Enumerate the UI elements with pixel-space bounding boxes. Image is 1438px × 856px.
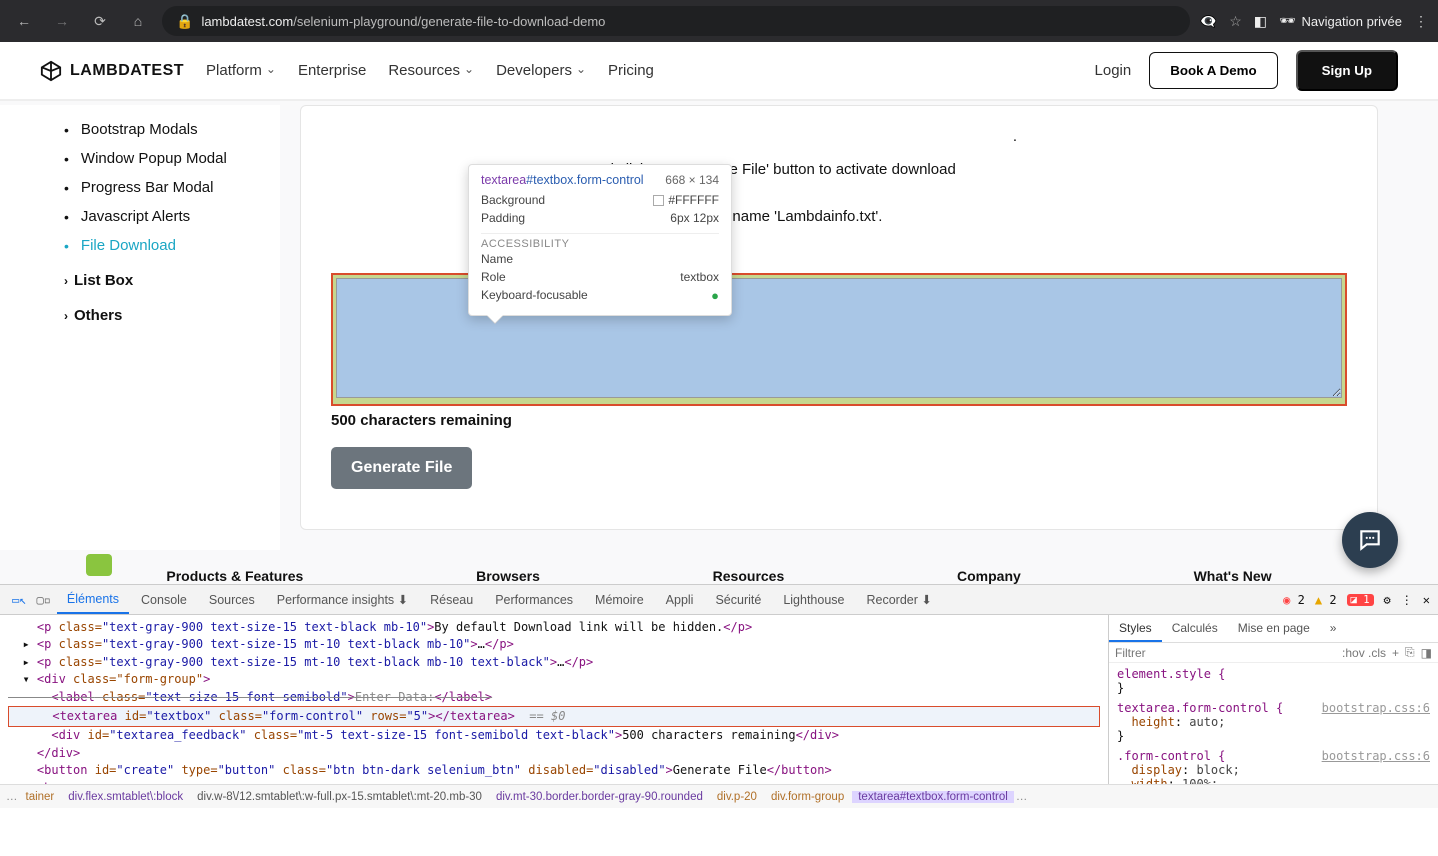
error-badge[interactable]: ◉ 2 [1283, 593, 1305, 607]
devtools-tabs: ▭↖ ▢▫ Éléments Console Sources Performan… [0, 585, 1438, 615]
site-header: LAMBDATEST Platform Enterprise Resources… [0, 42, 1438, 100]
dt-tab-elements[interactable]: Éléments [57, 586, 129, 614]
dt-tab-recorder[interactable]: Recorder ⬇ [856, 586, 941, 613]
chat-icon [1357, 527, 1383, 553]
sidebar-category-others[interactable]: ›Others [64, 295, 280, 330]
nav-platform[interactable]: Platform [206, 62, 276, 79]
logo[interactable]: LAMBDATEST [40, 60, 184, 82]
nav-enterprise[interactable]: Enterprise [298, 62, 366, 79]
inspector-tooltip: textarea#textbox.form-control 668 × 134 … [468, 164, 732, 316]
panel-icon[interactable]: ◨ [1421, 646, 1432, 660]
filter-tools[interactable]: :hov .cls [1342, 646, 1386, 660]
footer-col[interactable]: Resources [713, 568, 785, 584]
footer-col[interactable]: Browsers [476, 568, 540, 584]
dt-tab-network[interactable]: Réseau [420, 587, 483, 613]
nav-resources[interactable]: Resources [388, 62, 474, 79]
dom-breadcrumb[interactable]: … tainer div.flex.smtablet\:block div.w-… [0, 784, 1438, 808]
signup-button[interactable]: Sign Up [1296, 50, 1398, 91]
dt-tab-app[interactable]: Appli [656, 587, 704, 613]
nav-developers[interactable]: Developers [496, 62, 586, 79]
sidebar-item-filedownload[interactable]: File Download [64, 231, 280, 260]
logo-text: LAMBDATEST [70, 62, 184, 80]
brand-badge [86, 554, 112, 576]
dt-stab-styles[interactable]: Styles [1109, 615, 1162, 642]
sidebar-item-popup[interactable]: Window Popup Modal [64, 144, 280, 173]
warn-badge[interactable]: ▲ 2 [1315, 593, 1337, 607]
incognito-indicator: 🕶 Navigation privée [1279, 13, 1402, 29]
chevron-right-icon: › [64, 274, 68, 288]
generate-file-button[interactable]: Generate File [331, 447, 472, 489]
gear-icon[interactable]: ⚙ [1384, 593, 1391, 607]
sidebar: Bootstrap Modals Window Popup Modal Prog… [0, 105, 280, 550]
tooltip-dimensions: 668 × 134 [665, 173, 719, 187]
star-icon[interactable]: ☆ [1229, 13, 1242, 30]
copy-icon[interactable]: ⎘ [1405, 645, 1415, 660]
panel-icon[interactable]: ◧ [1254, 13, 1267, 30]
logo-icon [40, 60, 62, 82]
styles-filter-input[interactable] [1115, 646, 1336, 660]
sidebar-item-modals[interactable]: Bootstrap Modals [64, 115, 280, 144]
inspect-picker-icon[interactable]: ▭↖ [8, 589, 30, 611]
dt-tab-lighthouse[interactable]: Lighthouse [773, 587, 854, 613]
sidebar-item-progress[interactable]: Progress Bar Modal [64, 173, 280, 202]
eye-off-icon[interactable]: 👁‍🗨 [1200, 13, 1217, 30]
chevron-right-icon: › [64, 309, 68, 323]
dt-stab-computed[interactable]: Calculés [1162, 615, 1228, 642]
char-remaining: 500 characters remaining [331, 412, 1347, 429]
incognito-icon: 🕶 [1279, 13, 1296, 29]
close-icon[interactable]: ✕ [1423, 593, 1430, 607]
dt-tab-sources[interactable]: Sources [199, 587, 265, 613]
sidebar-category-listbox[interactable]: ›List Box [64, 260, 280, 295]
forward-button[interactable]: → [48, 7, 76, 35]
menu-icon[interactable]: ⋮ [1414, 13, 1428, 30]
dt-tab-perfinsights[interactable]: Performance insights ⬇ [267, 586, 418, 613]
login-link[interactable]: Login [1095, 62, 1132, 79]
issues-badge[interactable]: ◪ 1 [1347, 594, 1374, 606]
plus-icon[interactable]: + [1392, 646, 1399, 660]
elements-panel[interactable]: <p class="text-gray-900 text-size-15 tex… [0, 615, 1108, 784]
dt-stab-layout[interactable]: Mise en page [1228, 615, 1320, 642]
lock-icon: 🔒 [176, 13, 193, 30]
check-icon: ● [711, 288, 719, 303]
address-bar[interactable]: 🔒 lambdatest.com/selenium-playground/gen… [162, 6, 1190, 36]
dt-tab-performance[interactable]: Performances [485, 587, 583, 613]
reload-button[interactable]: ⟳ [86, 7, 114, 35]
main-card: . and click on 'Generate File' button to… [300, 105, 1378, 530]
styles-panel: Styles Calculés Mise en page » :hov .cls… [1108, 615, 1438, 784]
dt-stab-more[interactable]: » [1320, 615, 1347, 642]
dt-tab-console[interactable]: Console [131, 587, 197, 613]
instruction-text: . [331, 128, 1347, 145]
sidebar-item-alerts[interactable]: Javascript Alerts [64, 202, 280, 231]
footer-headings: Products & Features Browsers Resources C… [0, 550, 1438, 584]
book-demo-button[interactable]: Book A Demo [1149, 52, 1277, 89]
url-text: lambdatest.com/selenium-playground/gener… [201, 14, 605, 29]
device-toggle-icon[interactable]: ▢▫ [32, 589, 54, 611]
home-button[interactable]: ⌂ [124, 7, 152, 35]
incognito-label: Navigation privée [1302, 14, 1402, 29]
more-icon[interactable]: ⋮ [1401, 593, 1413, 607]
footer-col[interactable]: What's New [1194, 568, 1272, 584]
footer-col[interactable]: Company [957, 568, 1021, 584]
dt-tab-security[interactable]: Sécurité [705, 587, 771, 613]
devtools: ▭↖ ▢▫ Éléments Console Sources Performan… [0, 584, 1438, 808]
chat-button[interactable] [1342, 512, 1398, 568]
css-rules[interactable]: element.style { } textarea.form-control … [1109, 663, 1438, 784]
footer-col[interactable]: Products & Features [166, 568, 303, 584]
back-button[interactable]: ← [10, 7, 38, 35]
browser-chrome: ← → ⟳ ⌂ 🔒 lambdatest.com/selenium-playgr… [0, 0, 1438, 42]
dt-tab-memory[interactable]: Mémoire [585, 587, 654, 613]
nav-pricing[interactable]: Pricing [608, 62, 654, 79]
